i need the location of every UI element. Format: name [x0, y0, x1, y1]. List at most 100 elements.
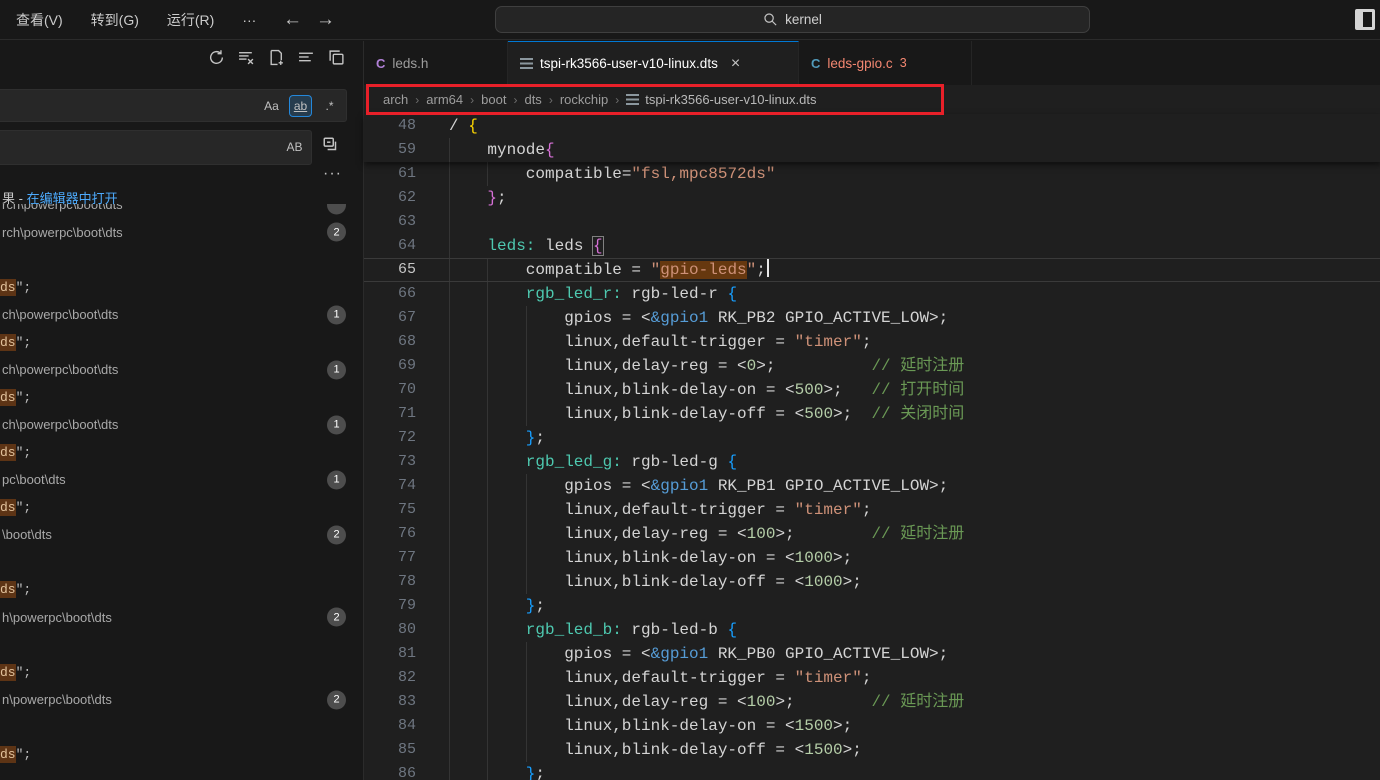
- breadcrumb-file[interactable]: tspi-rk3566-user-v10-linux.dts: [645, 92, 816, 107]
- code-line-63[interactable]: 63: [364, 210, 1380, 234]
- code-line-76[interactable]: 76linux,delay-reg = <100>; // 延时注册: [364, 522, 1380, 546]
- code-line-80[interactable]: 80rgb_led_b: rgb-led-b {: [364, 618, 1380, 642]
- line-number: 48: [364, 114, 416, 138]
- breadcrumb-separator-icon: ›: [470, 93, 474, 107]
- code-text: linux,blink-delay-on = <1000>;: [449, 546, 852, 570]
- line-number: 62: [364, 186, 416, 210]
- breadcrumb[interactable]: arch›arm64›boot›dts›rockchip›tspi-rk3566…: [364, 85, 1380, 114]
- code-line-75[interactable]: 75linux,default-trigger = "timer";: [364, 498, 1380, 522]
- code-line-73[interactable]: 73rgb_led_g: rgb-led-g {: [364, 450, 1380, 474]
- menu-item[interactable]: ···: [228, 8, 270, 32]
- indent-guide: [449, 210, 450, 234]
- back-button[interactable]: ←: [283, 9, 302, 31]
- regex-toggle[interactable]: .*: [318, 95, 341, 117]
- breadcrumb-item[interactable]: rockchip: [560, 92, 608, 107]
- search-result-file[interactable]: ch\powerpc\boot\dts1: [0, 301, 363, 329]
- code-line-65[interactable]: 65compatible = "gpio-leds";: [364, 258, 1380, 282]
- line-number: 68: [364, 330, 416, 354]
- search-result-match[interactable]: ds";: [0, 274, 363, 302]
- line-number: 80: [364, 618, 416, 642]
- tab-leds.h[interactable]: Cleds.h: [364, 41, 508, 85]
- search-input[interactable]: Aa ab .*: [0, 89, 347, 122]
- toggle-sidebar-layout-icon[interactable]: [1355, 9, 1375, 30]
- tab-tspi-rk3566-user-v10-linux.dts[interactable]: tspi-rk3566-user-v10-linux.dts×: [508, 41, 799, 85]
- clear-search-results-icon[interactable]: [238, 49, 255, 66]
- code-line-61[interactable]: 61compatible="fsl,mpc8572ds": [364, 162, 1380, 186]
- code-editor[interactable]: 48/ {59mynode{ 61compatible="fsl,mpc8572…: [364, 114, 1380, 780]
- code-line-77[interactable]: 77linux,blink-delay-on = <1000>;: [364, 546, 1380, 570]
- code-line-84[interactable]: 84linux,blink-delay-on = <1500>;: [364, 714, 1380, 738]
- match-count-badge: 2: [327, 690, 346, 709]
- line-number: 84: [364, 714, 416, 738]
- match-case-toggle[interactable]: Aa: [260, 95, 283, 117]
- code-line-64[interactable]: 64leds: leds {: [364, 234, 1380, 258]
- toggle-search-details-icon[interactable]: ···: [323, 165, 342, 183]
- title-bar: 查看(V)转到(G)运行(R)··· ← → kernel: [0, 0, 1380, 40]
- match-text: ds";: [0, 582, 31, 597]
- search-result-match[interactable]: [0, 549, 363, 577]
- search-result-match[interactable]: ds";: [0, 494, 363, 522]
- tab-close-icon[interactable]: ×: [731, 56, 740, 72]
- code-line-67[interactable]: 67gpios = <&gpio1 RK_PB2 GPIO_ACTIVE_LOW…: [364, 306, 1380, 330]
- search-result-match[interactable]: ds";: [0, 329, 363, 357]
- code-line-71[interactable]: 71linux,blink-delay-off = <500>; // 关闭时间: [364, 402, 1380, 426]
- search-result-file[interactable]: ch\powerpc\boot\dts1: [0, 356, 363, 384]
- open-new-search-editor-icon[interactable]: [268, 49, 285, 66]
- whole-word-toggle[interactable]: ab: [289, 95, 312, 117]
- search-result-file[interactable]: \boot\dts2: [0, 521, 363, 549]
- line-number: 65: [364, 258, 416, 282]
- tab-leds-gpio.c[interactable]: Cleds-gpio.c3: [799, 41, 972, 85]
- code-line-72[interactable]: 72};: [364, 426, 1380, 450]
- command-center-search[interactable]: kernel: [495, 6, 1090, 33]
- search-result-file[interactable]: h\powerpc\boot\dts2: [0, 604, 363, 632]
- code-line-82[interactable]: 82linux,default-trigger = "timer";: [364, 666, 1380, 690]
- code-line-68[interactable]: 68linux,default-trigger = "timer";: [364, 330, 1380, 354]
- code-line-85[interactable]: 85linux,blink-delay-off = <1500>;: [364, 738, 1380, 762]
- code-line-86[interactable]: 86};: [364, 762, 1380, 780]
- match-count-badge: 2: [327, 608, 346, 627]
- breadcrumb-item[interactable]: dts: [524, 92, 541, 107]
- search-result-file[interactable]: pc\boot\dts1: [0, 466, 363, 494]
- code-line-66[interactable]: 66rgb_led_r: rgb-led-r {: [364, 282, 1380, 306]
- view-as-list-icon[interactable]: [298, 49, 315, 66]
- refresh-icon[interactable]: [208, 49, 225, 66]
- search-result-file[interactable]: rch\powerpc\boot\dts: [0, 204, 363, 219]
- breadcrumb-item[interactable]: boot: [481, 92, 506, 107]
- search-results-list: rch\powerpc\boot\dtsrch\powerpc\boot\dts…: [0, 204, 363, 780]
- search-result-match[interactable]: ds";: [0, 439, 363, 467]
- search-result-match[interactable]: ds";: [0, 384, 363, 412]
- line-number: 70: [364, 378, 416, 402]
- code-line-70[interactable]: 70linux,blink-delay-on = <500>; // 打开时间: [364, 378, 1380, 402]
- open-in-editor-icon[interactable]: [328, 49, 345, 66]
- menu-item[interactable]: 查看(V): [2, 6, 77, 34]
- line-number: 76: [364, 522, 416, 546]
- search-result-file[interactable]: n\powerpc\boot\dts2: [0, 686, 363, 714]
- search-result-file[interactable]: rch\powerpc\boot\dts2: [0, 219, 363, 247]
- menu-item[interactable]: 运行(R): [153, 6, 228, 34]
- code-line-83[interactable]: 83linux,delay-reg = <100>; // 延时注册: [364, 690, 1380, 714]
- search-result-match[interactable]: ds";: [0, 741, 363, 769]
- code-line-59[interactable]: 59mynode{: [364, 138, 1380, 162]
- breadcrumb-item[interactable]: arch: [383, 92, 408, 107]
- line-number: 74: [364, 474, 416, 498]
- code-line-81[interactable]: 81gpios = <&gpio1 RK_PB0 GPIO_ACTIVE_LOW…: [364, 642, 1380, 666]
- code-line-62[interactable]: 62};: [364, 186, 1380, 210]
- forward-button[interactable]: →: [316, 9, 335, 31]
- code-line-69[interactable]: 69linux,delay-reg = <0>; // 延时注册: [364, 354, 1380, 378]
- code-line-78[interactable]: 78linux,blink-delay-off = <1000>;: [364, 570, 1380, 594]
- code-line-48[interactable]: 48/ {: [364, 114, 1380, 138]
- breadcrumb-item[interactable]: arm64: [426, 92, 463, 107]
- code-line-74[interactable]: 74gpios = <&gpio1 RK_PB1 GPIO_ACTIVE_LOW…: [364, 474, 1380, 498]
- search-result-match[interactable]: [0, 246, 363, 274]
- search-result-match[interactable]: ds";: [0, 659, 363, 687]
- menu-item[interactable]: 转到(G): [77, 6, 153, 34]
- search-result-match[interactable]: [0, 631, 363, 659]
- code-line-79[interactable]: 79};: [364, 594, 1380, 618]
- preserve-case-toggle[interactable]: AB: [283, 136, 306, 158]
- replace-all-icon[interactable]: [322, 136, 340, 159]
- tab-label: leds.h: [392, 56, 428, 71]
- search-result-file[interactable]: ch\powerpc\boot\dts1: [0, 411, 363, 439]
- replace-input[interactable]: AB: [0, 130, 312, 165]
- search-result-match[interactable]: [0, 714, 363, 742]
- search-result-match[interactable]: ds";: [0, 576, 363, 604]
